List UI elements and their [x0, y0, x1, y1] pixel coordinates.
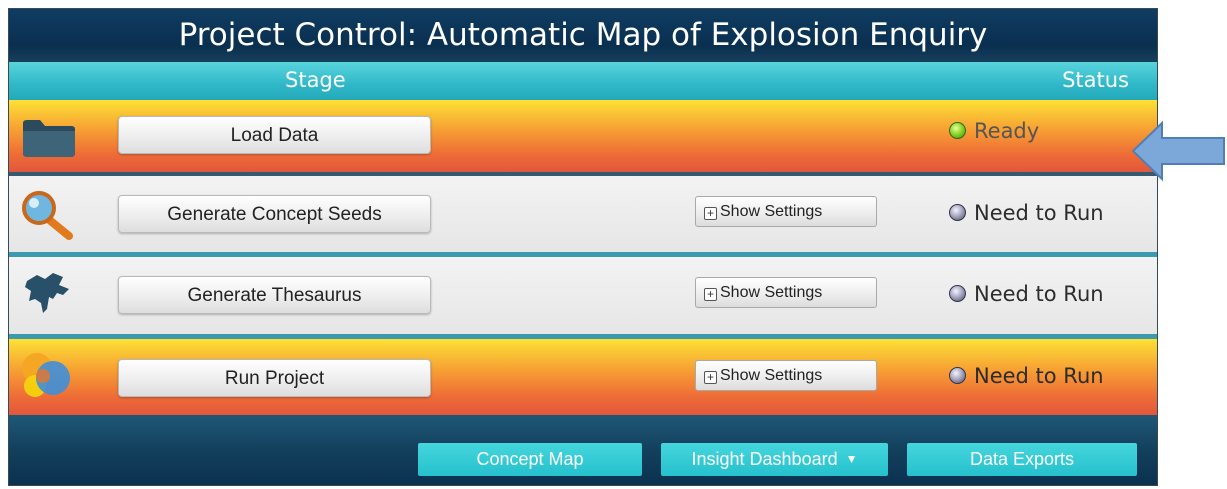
status-pending-indicator-icon [949, 284, 966, 302]
run-project-status: Need to Run [949, 361, 1104, 391]
stage-row-load-data: Load Data Ready [9, 100, 1157, 172]
concept-seeds-status: Need to Run [949, 198, 1104, 228]
expand-plus-icon: + [704, 288, 717, 301]
show-settings-label: Show Settings [720, 367, 823, 384]
folder-icon [23, 120, 75, 157]
stage-row-thesaurus: Generate Thesaurus + Show Settings Need t… [9, 257, 1157, 334]
footer-bar: Concept Map Insight Dashboard ▼ Data Expo… [9, 415, 1157, 485]
run-project-status-text: Need to Run [974, 364, 1104, 388]
concept-map-button[interactable]: Concept Map [418, 443, 642, 476]
load-data-button[interactable]: Load Data [118, 116, 431, 154]
concept-seeds-status-text: Need to Run [974, 201, 1104, 225]
generate-concept-seeds-button[interactable]: Generate Concept Seeds [118, 195, 431, 233]
status-column-header: Status [1062, 68, 1129, 92]
left-arrow-icon [1131, 120, 1225, 182]
thesaurus-status: Need to Run [949, 279, 1104, 309]
thesaurus-status-text: Need to Run [974, 282, 1104, 306]
status-pending-indicator-icon [949, 366, 966, 384]
run-project-button[interactable]: Run Project [118, 359, 431, 397]
load-data-status-text: Ready [974, 119, 1040, 143]
run-project-show-settings-button[interactable]: + Show Settings [695, 360, 877, 391]
stage-column-header: Stage [285, 68, 346, 92]
load-data-status: Ready [949, 116, 1039, 146]
generate-thesaurus-button[interactable]: Generate Thesaurus [118, 276, 431, 314]
column-header-bar: Stage Status [9, 62, 1157, 100]
circles-icon [22, 353, 70, 397]
data-exports-button[interactable]: Data Exports [907, 443, 1137, 476]
expand-plus-icon: + [704, 207, 717, 220]
concept-seeds-show-settings-button[interactable]: + Show Settings [695, 196, 877, 227]
window-title: Project Control: Automatic Map of Explos… [9, 9, 1157, 62]
insight-dashboard-button[interactable]: Insight Dashboard ▼ [661, 443, 888, 476]
show-settings-label: Show Settings [720, 284, 823, 301]
show-settings-label: Show Settings [720, 203, 823, 220]
status-ready-indicator-icon [949, 121, 966, 139]
status-pending-indicator-icon [949, 203, 966, 221]
insight-dashboard-label: Insight Dashboard [691, 449, 838, 469]
magnifier-icon [22, 191, 73, 240]
project-control-panel: Project Control: Automatic Map of Explos… [8, 8, 1158, 486]
stage-row-run-project: Run Project + Show Settings Need to Run [9, 339, 1157, 415]
dropdown-caret-icon: ▼ [845, 452, 858, 466]
expand-plus-icon: + [704, 371, 717, 384]
stage-row-concept-seeds: Generate Concept Seeds + Show Settings Ne… [9, 176, 1157, 252]
thesaurus-map-icon [25, 273, 69, 313]
thesaurus-show-settings-button[interactable]: + Show Settings [695, 277, 877, 308]
